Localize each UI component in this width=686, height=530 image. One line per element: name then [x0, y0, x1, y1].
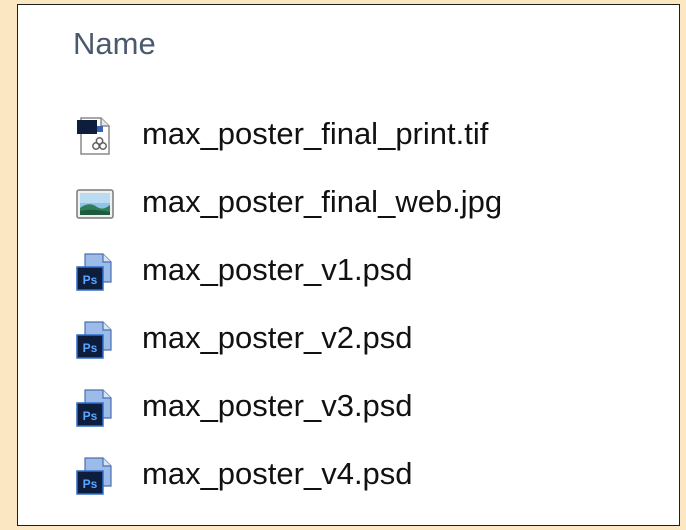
- file-row-max-poster-final-web[interactable]: max_poster_final_web.jpg: [18, 170, 679, 238]
- ps-badge: Ps: [83, 341, 98, 355]
- photoshop-psd-file-icon: Ps: [75, 388, 115, 428]
- ps-badge: Ps: [83, 477, 98, 491]
- file-row-max-poster-v1[interactable]: Ps max_poster_v1.psd: [18, 238, 679, 306]
- file-row-max-poster-v3[interactable]: Ps max_poster_v3.psd: [18, 374, 679, 442]
- photoshop-psd-file-icon: Ps: [75, 252, 115, 292]
- ps-badge: Ps: [83, 273, 98, 287]
- file-name: max_poster_v4.psd: [142, 456, 413, 491]
- file-name: max_poster_v3.psd: [142, 388, 413, 423]
- jpg-image-file-icon: [75, 184, 115, 224]
- name-column-header[interactable]: Name: [73, 26, 156, 62]
- file-name: max_poster_final_print.tif: [142, 116, 489, 151]
- file-row-max-poster-final-print[interactable]: max_poster_final_print.tif: [18, 102, 679, 170]
- photoshop-psd-file-icon: Ps: [75, 456, 115, 496]
- file-name: max_poster_v2.psd: [142, 320, 413, 355]
- file-name: max_poster_v1.psd: [142, 252, 413, 287]
- file-list-panel: Name max_poster_final_print.tif max_post…: [17, 4, 680, 526]
- tif-file-icon: [75, 116, 115, 156]
- photoshop-psd-file-icon: Ps: [75, 320, 115, 360]
- file-name: max_poster_final_web.jpg: [142, 184, 503, 219]
- file-row-max-poster-v4[interactable]: Ps max_poster_v4.psd: [18, 442, 679, 510]
- file-row-max-poster-v2[interactable]: Ps max_poster_v2.psd: [18, 306, 679, 374]
- ps-badge: Ps: [83, 409, 98, 423]
